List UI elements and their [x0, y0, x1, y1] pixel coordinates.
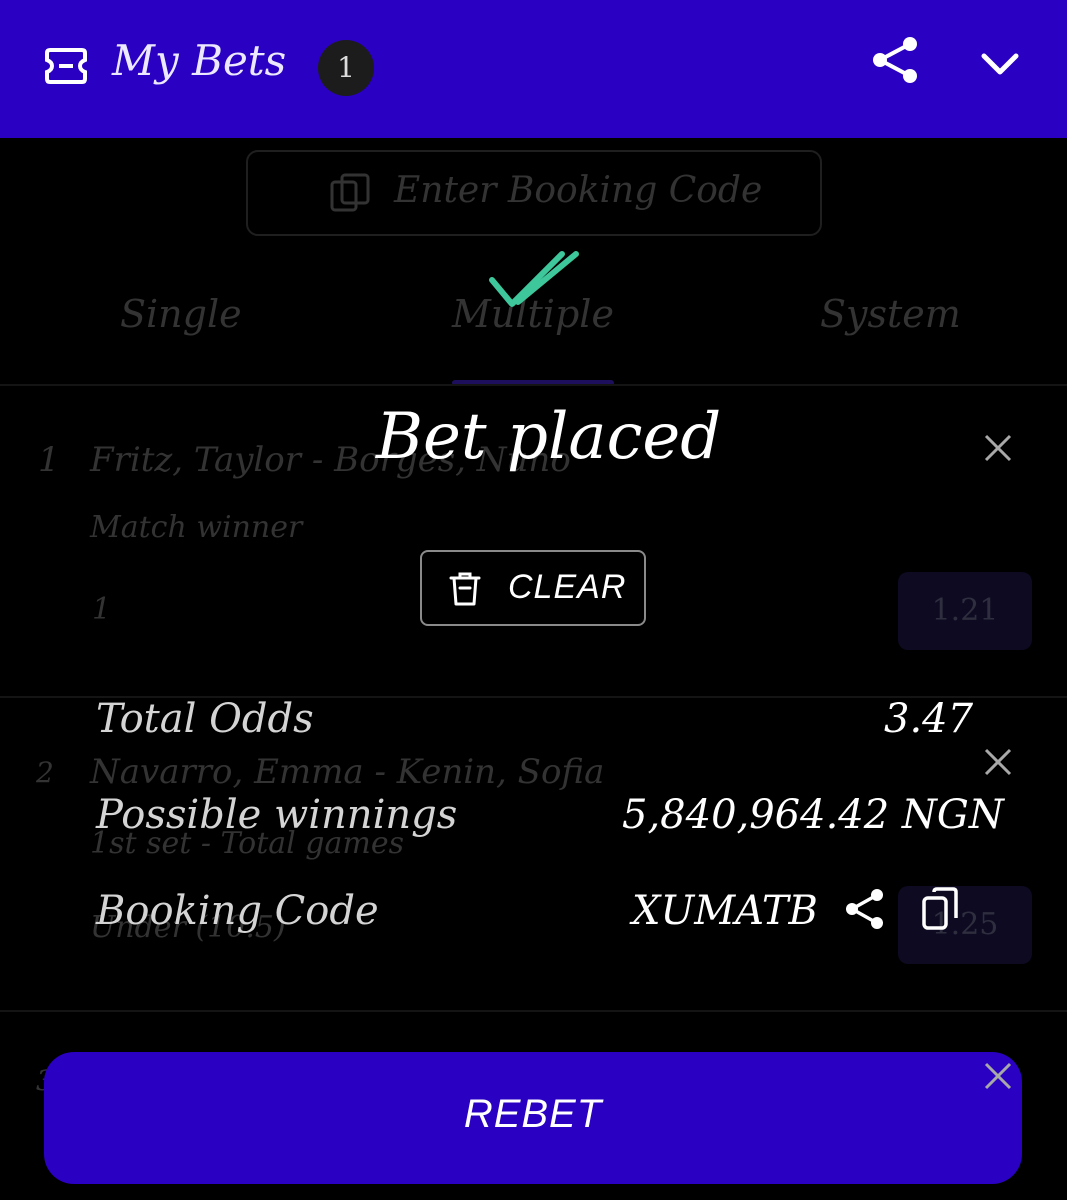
possible-winnings-label: Possible winnings — [96, 792, 458, 838]
booking-code-field: Enter Booking Code — [246, 150, 822, 236]
booking-code-label: Booking Code — [96, 888, 379, 934]
double-check-icon — [489, 251, 579, 307]
tab-system: System — [820, 292, 961, 336]
total-odds-label: Total Odds — [96, 696, 314, 742]
selection-index: 2 — [36, 756, 54, 789]
selection-odds: 1.21 — [898, 572, 1032, 650]
clear-button[interactable]: CLEAR — [420, 550, 646, 626]
selection-market: Match winner — [90, 510, 303, 545]
selection-index: 1 — [38, 440, 60, 480]
total-odds-value: 3.47 — [884, 696, 974, 742]
selection-event: Navarro, Emma - Kenin, Sofia — [90, 752, 605, 792]
selection-odds: 1.25 — [898, 886, 1032, 964]
share-icon[interactable] — [842, 886, 888, 932]
booking-code-value: XUMATB — [632, 888, 818, 934]
divider — [0, 1010, 1067, 1012]
close-icon — [984, 748, 1012, 776]
chevron-down-icon[interactable] — [978, 46, 1022, 82]
close-icon — [984, 434, 1012, 462]
bet-count-badge: 1 — [318, 40, 374, 96]
bet-placed-title: Bet placed — [376, 400, 722, 474]
copy-icon[interactable] — [920, 886, 960, 932]
clear-label: CLEAR — [508, 568, 627, 606]
booking-code-placeholder: Enter Booking Code — [394, 170, 763, 211]
page-title: My Bets — [112, 36, 287, 85]
divider — [0, 384, 1067, 386]
rebet-button[interactable]: REBET — [44, 1052, 1022, 1184]
trash-icon — [449, 572, 481, 606]
share-icon[interactable] — [868, 32, 924, 88]
app-header: My Bets 1 — [0, 0, 1067, 138]
possible-winnings-value: 5,840,964.42 NGN — [622, 792, 1004, 838]
booking-code-icon — [330, 173, 370, 212]
selection-pick: 1 — [92, 592, 112, 627]
tab-single: Single — [120, 292, 242, 336]
rebet-label: REBET — [463, 1092, 603, 1136]
ticket-icon — [45, 48, 87, 84]
close-icon[interactable] — [982, 1060, 1014, 1092]
